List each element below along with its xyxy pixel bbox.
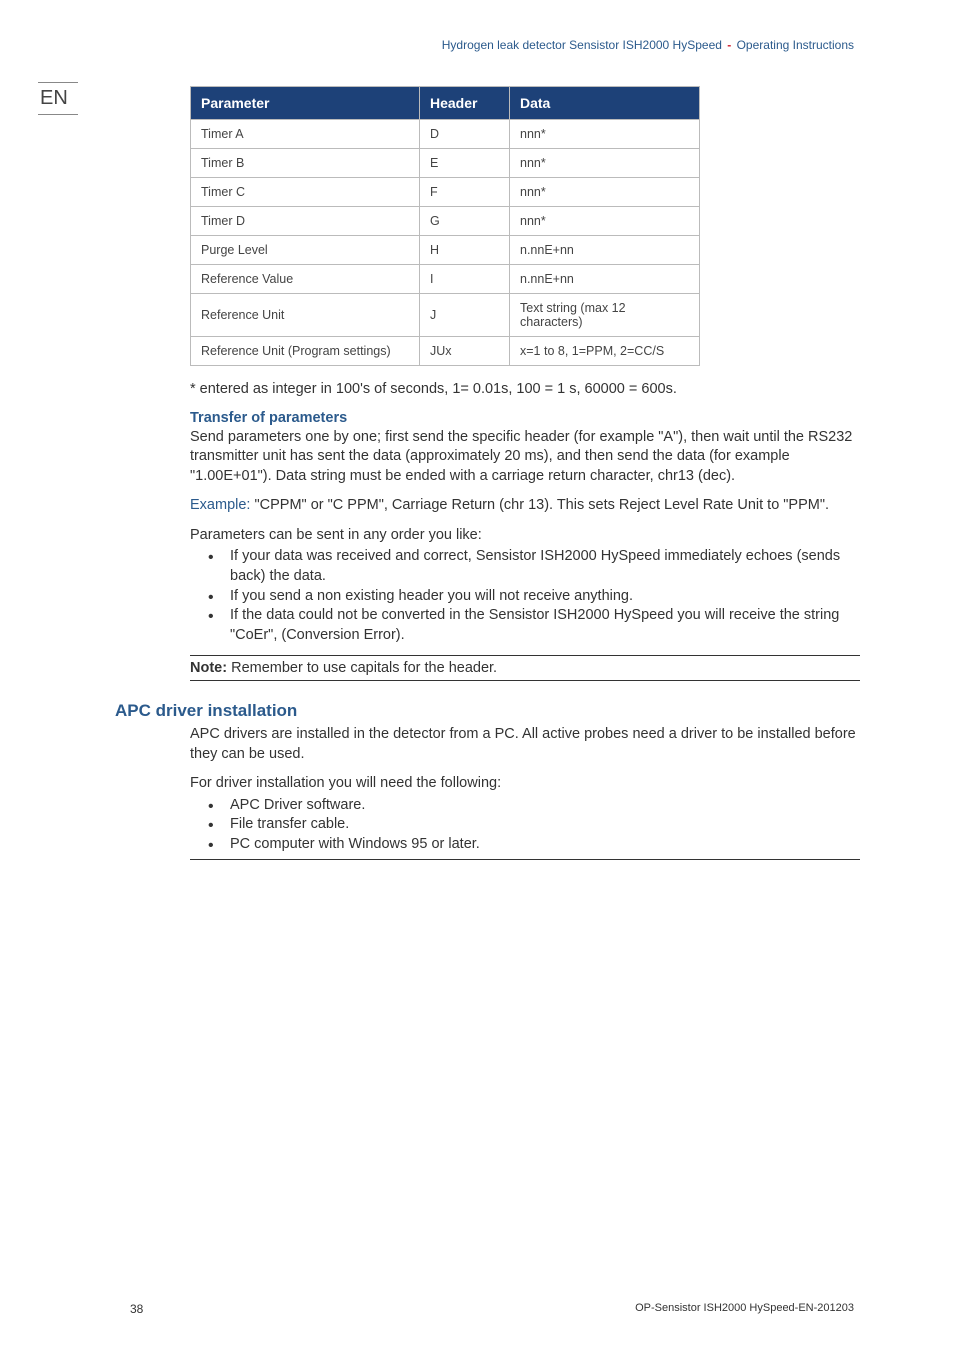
order-bullet-list: If your data was received and correct, S… xyxy=(190,547,860,645)
table-row: Timer D G nnn* xyxy=(191,207,700,236)
cell-header: E xyxy=(420,149,510,178)
cell-parameter: Reference Unit xyxy=(191,294,420,337)
content-area: Parameter Header Data Timer A D nnn* Tim… xyxy=(190,86,860,870)
table-row: Purge Level H n.nnE+nn xyxy=(191,236,700,265)
running-header-part1: Hydrogen leak detector Sensistor ISH2000… xyxy=(442,38,726,52)
transfer-heading: Transfer of parameters xyxy=(190,410,860,426)
list-item: If the data could not be converted in th… xyxy=(208,606,860,645)
language-tab: EN xyxy=(38,82,78,115)
cell-header: J xyxy=(420,294,510,337)
example-label: Example: xyxy=(190,497,250,513)
list-item: If your data was received and correct, S… xyxy=(208,547,860,586)
cell-parameter: Timer C xyxy=(191,178,420,207)
transfer-paragraph: Send parameters one by one; first send t… xyxy=(190,428,860,487)
order-line: Parameters can be sent in any order you … xyxy=(190,526,860,546)
apc-paragraph: APC drivers are installed in the detecto… xyxy=(190,725,860,764)
cell-parameter: Purge Level xyxy=(191,236,420,265)
table-footnote: * entered as integer in 100's of seconds… xyxy=(190,380,860,400)
cell-parameter: Timer D xyxy=(191,207,420,236)
cell-parameter: Reference Unit (Program settings) xyxy=(191,337,420,366)
cell-data: x=1 to 8, 1=PPM, 2=CC/S xyxy=(510,337,700,366)
cell-parameter: Timer A xyxy=(191,120,420,149)
cell-data: nnn* xyxy=(510,207,700,236)
cell-data: n.nnE+nn xyxy=(510,265,700,294)
table-row: Reference Unit J Text string (max 12 cha… xyxy=(191,294,700,337)
apc-bullet-list: APC Driver software. File transfer cable… xyxy=(190,796,860,855)
document-id: OP-Sensistor ISH2000 HySpeed-EN-201203 xyxy=(635,1302,854,1314)
col-header: Header xyxy=(420,87,510,120)
cell-data: nnn* xyxy=(510,149,700,178)
cell-parameter: Reference Value xyxy=(191,265,420,294)
list-item: APC Driver software. xyxy=(208,796,860,816)
cell-header: D xyxy=(420,120,510,149)
note-block: Note: Remember to use capitals for the h… xyxy=(190,655,860,681)
running-header-dash: - xyxy=(727,38,731,52)
table-header-row: Parameter Header Data xyxy=(191,87,700,120)
note-text: Remember to use capitals for the header. xyxy=(227,660,497,676)
cell-data: n.nnE+nn xyxy=(510,236,700,265)
page-container: Hydrogen leak detector Sensistor ISH2000… xyxy=(0,0,954,1350)
list-item: File transfer cable. xyxy=(208,815,860,835)
table-row: Timer B E nnn* xyxy=(191,149,700,178)
page-number: 38 xyxy=(130,1302,143,1316)
cell-header: I xyxy=(420,265,510,294)
note-label: Note: xyxy=(190,660,227,676)
cell-data: Text string (max 12 characters) xyxy=(510,294,700,337)
col-data: Data xyxy=(510,87,700,120)
list-item: PC computer with Windows 95 or later. xyxy=(208,835,860,855)
cell-header: G xyxy=(420,207,510,236)
table-row: Timer A D nnn* xyxy=(191,120,700,149)
parameter-table: Parameter Header Data Timer A D nnn* Tim… xyxy=(190,86,700,366)
running-header-part2: Operating Instructions xyxy=(733,38,854,52)
example-paragraph: Example: "CPPM" or "C PPM", Carriage Ret… xyxy=(190,496,860,516)
table-row: Timer C F nnn* xyxy=(191,178,700,207)
cell-header: F xyxy=(420,178,510,207)
table-row: Reference Unit (Program settings) JUx x=… xyxy=(191,337,700,366)
example-text: "CPPM" or "C PPM", Carriage Return (chr … xyxy=(250,497,829,513)
apc-need-line: For driver installation you will need th… xyxy=(190,774,860,794)
cell-data: nnn* xyxy=(510,120,700,149)
cell-header: H xyxy=(420,236,510,265)
cell-header: JUx xyxy=(420,337,510,366)
apc-heading: APC driver installation xyxy=(115,701,860,721)
cell-data: nnn* xyxy=(510,178,700,207)
cell-parameter: Timer B xyxy=(191,149,420,178)
list-item: If you send a non existing header you wi… xyxy=(208,587,860,607)
apc-need-block: For driver installation you will need th… xyxy=(190,774,860,859)
col-parameter: Parameter xyxy=(191,87,420,120)
table-row: Reference Value I n.nnE+nn xyxy=(191,265,700,294)
running-header: Hydrogen leak detector Sensistor ISH2000… xyxy=(442,38,854,52)
